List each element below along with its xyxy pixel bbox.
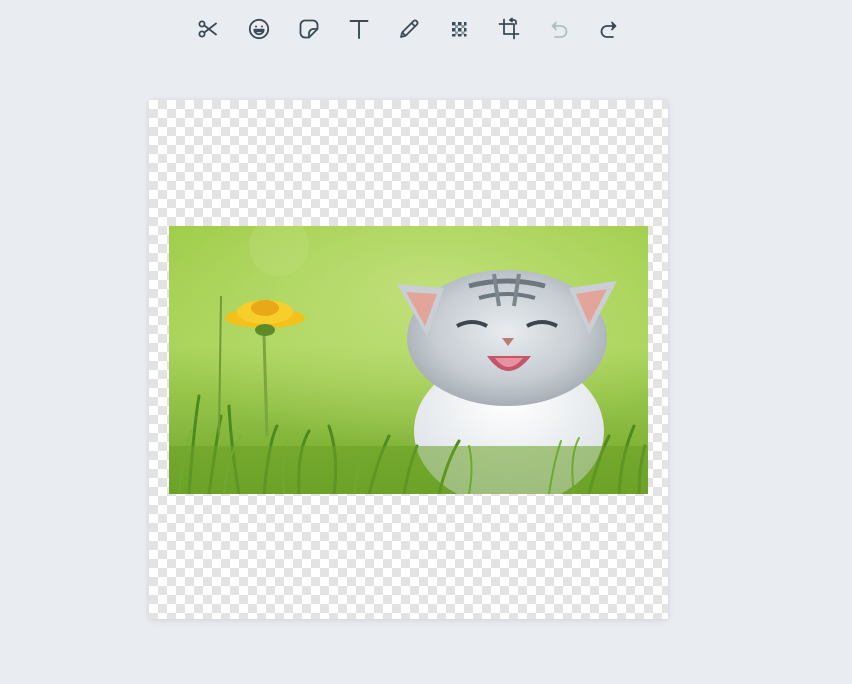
crop-tool-button[interactable]	[491, 11, 527, 47]
kitten-in-grass-image	[169, 226, 648, 494]
scissors-icon	[198, 20, 217, 38]
cut-tool-button[interactable]	[190, 11, 226, 47]
draw-tool-button[interactable]	[391, 11, 427, 47]
undo-button[interactable]	[541, 11, 577, 47]
editor-toolbar	[184, 11, 634, 47]
redo-icon	[600, 21, 617, 38]
image-editor	[0, 0, 852, 684]
sticker-tool-button[interactable]	[291, 11, 327, 47]
text-tool-button[interactable]	[341, 11, 377, 47]
kitten-photo[interactable]	[169, 226, 648, 494]
emoji-tool-button[interactable]	[241, 11, 277, 47]
pixelate-icon	[452, 22, 467, 37]
sticker-icon	[299, 19, 319, 39]
blur-tool-button[interactable]	[441, 11, 477, 47]
redo-button[interactable]	[591, 11, 627, 47]
crop-icon	[498, 17, 520, 40]
editor-canvas[interactable]	[149, 100, 668, 619]
undo-icon	[551, 21, 568, 38]
smiley-icon	[248, 18, 270, 40]
pencil-icon	[400, 19, 419, 38]
text-icon	[349, 20, 369, 39]
